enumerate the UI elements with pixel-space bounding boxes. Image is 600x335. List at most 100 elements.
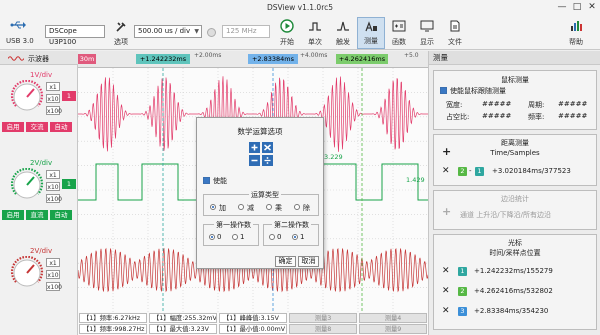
math-icon <box>392 20 406 32</box>
op-radio-1[interactable] <box>238 204 244 210</box>
edge-stats-group: 边沿统计 + 通道 上升沿/下降沿/所有边沿 <box>433 190 597 230</box>
usb-label: USB 3.0 <box>6 37 34 45</box>
measure-cell[interactable]: 【1】幅度:255.32mV <box>149 313 217 323</box>
enable-math-checkbox[interactable] <box>203 177 210 184</box>
channel-0-enable-button[interactable]: 启用 <box>2 122 24 132</box>
start-button[interactable]: 开始 <box>273 17 301 49</box>
freq-value: ##### <box>558 112 588 120</box>
cursor-chip[interactable]: 3 <box>458 307 467 316</box>
oscilloscope-label: 示波器 <box>28 55 49 63</box>
channel-0-scale-knob-icon[interactable] <box>10 80 44 114</box>
cursor-1-tag[interactable]: +1.242232ms <box>136 54 190 64</box>
measure-cell-empty[interactable]: 测量4 <box>359 313 427 323</box>
period-label: 周期: <box>528 101 545 109</box>
second-operand-group: 第二操作数 0 1 <box>263 220 319 246</box>
measure-cell-empty[interactable]: 测量8 <box>289 324 357 334</box>
channel-0-x10-button[interactable]: x10 <box>46 94 60 103</box>
measure-cell[interactable]: 【1】峰峰值:3.15V <box>219 313 287 323</box>
distance-to-chip[interactable]: 1 <box>475 167 484 176</box>
distance-value: +3.020184ms/377523 <box>492 167 571 175</box>
channel-2-scale: 2V/div <box>30 247 53 255</box>
remove-distance-icon[interactable]: ✕ <box>442 167 450 176</box>
close-button[interactable]: ✕ <box>586 2 598 13</box>
cursor-3-tag[interactable]: +2.83384ms <box>248 54 298 64</box>
minimize-button[interactable]: — <box>556 2 568 13</box>
duty-label: 占空比: <box>446 113 470 121</box>
math-operators-icon <box>249 142 273 166</box>
channel-1-index-tag[interactable]: 1 <box>62 179 76 189</box>
measure-cell[interactable]: 【1】最大值:3.23V <box>149 324 217 334</box>
op-radio-0[interactable] <box>210 204 216 210</box>
duty-value: ##### <box>482 112 512 120</box>
device-select[interactable]: DSCope U3P100 <box>45 25 105 46</box>
channel-1-coupling-button[interactable]: 直流 <box>26 210 48 220</box>
samplerate-select[interactable]: 125 MHz <box>222 25 270 38</box>
options-icon[interactable] <box>115 21 127 33</box>
cancel-button[interactable]: 取消 <box>298 256 319 267</box>
remove-cursor-icon[interactable]: ✕ <box>442 267 450 276</box>
timebase-select[interactable]: 500.00 us / div ▼ <box>134 25 202 38</box>
channel-0-scale: 1V/div <box>30 71 53 79</box>
distance-dash: - <box>469 167 472 175</box>
distance-from-chip[interactable]: 2 <box>458 167 467 176</box>
measure-button[interactable]: 测量 <box>357 17 385 49</box>
remove-cursor-icon[interactable]: ✕ <box>442 307 450 316</box>
channel-0-auto-button[interactable]: 自动 <box>50 122 72 132</box>
op-label-0: 加 <box>219 204 226 212</box>
measure-cell[interactable]: 【1】频率:998.27Hz <box>79 324 147 334</box>
display-icon <box>420 20 434 32</box>
maximize-button[interactable]: □ <box>571 2 583 13</box>
second-operand-1-radio[interactable] <box>292 234 298 240</box>
op-radio-3[interactable] <box>294 204 300 210</box>
display-button[interactable]: 显示 <box>413 17 441 49</box>
refresh-icon[interactable] <box>207 28 216 37</box>
math-button[interactable]: 函数 <box>385 17 413 49</box>
channel-1-auto-button[interactable]: 自动 <box>50 210 72 220</box>
cursor-chip[interactable]: 1 <box>458 267 467 276</box>
cursor-measure-group: 鼠标测量 使能鼠标跟随测量 宽度: ##### 周期: ##### 占空比: #… <box>433 70 597 130</box>
single-button[interactable]: 单次 <box>301 17 329 49</box>
play-icon <box>280 19 294 33</box>
cursors-group: 光标 时间/采样点位置 ✕ 1 +1.242232ms/155279 ✕ 2 +4.262… <box>433 234 597 330</box>
channel-2-scale-knob-icon[interactable] <box>10 256 44 290</box>
trigger-button[interactable]: 触发 <box>329 17 357 49</box>
first-operand-0-radio[interactable] <box>209 234 215 240</box>
help-logo-icon <box>571 21 582 31</box>
help-button[interactable]: 帮助 <box>562 17 590 49</box>
enable-cursor-measure-checkbox[interactable] <box>440 87 447 94</box>
time-ruler[interactable]: 30m +1.242232ms +2.00ms +2.83384ms +4.00… <box>78 51 428 68</box>
channel-2-x10-button[interactable]: x10 <box>46 270 60 279</box>
main-toolbar: USB 3.0 DSCope U3P100 选项 500.00 us / div… <box>0 16 600 50</box>
channel-0-x100-button[interactable]: x100 <box>46 106 62 115</box>
measure-cell-empty[interactable]: 测量9 <box>359 324 427 334</box>
first-operand-1-radio[interactable] <box>232 234 238 240</box>
channel-1-enable-button[interactable]: 启用 <box>2 210 24 220</box>
cursor-chip[interactable]: 2 <box>458 287 467 296</box>
measure-cell[interactable]: 【1】频率:6.27kHz <box>79 313 147 323</box>
channel-0-coupling-button[interactable]: 交流 <box>26 122 48 132</box>
options-label[interactable]: 选项 <box>114 37 128 47</box>
measure-cell-empty[interactable]: 测量3 <box>289 313 357 323</box>
cursor-2-tag[interactable]: +4.262416ms <box>336 54 388 64</box>
channel-panel: 示波器 1V/div x1 x10 x100 1 启用 交流 自动 2V/div x1 x10 x10… <box>0 51 78 335</box>
channel-2-x1-button[interactable]: x1 <box>46 258 60 267</box>
add-edge-stat-icon[interactable]: + <box>442 206 451 217</box>
measure-cell[interactable]: 【1】最小值:0.00mV <box>219 324 287 334</box>
channel-1-scale-knob-icon[interactable] <box>10 168 44 202</box>
first-operand-legend: 第一操作数 <box>214 220 253 230</box>
cursor-position-value: +1.242232ms/155279 <box>474 267 553 275</box>
remove-cursor-icon[interactable]: ✕ <box>442 287 450 296</box>
first-operand-0-label: 0 <box>217 233 222 241</box>
channel-0-index-tag[interactable]: 1 <box>62 91 76 101</box>
channel-1-x100-button[interactable]: x100 <box>46 194 62 203</box>
ok-button[interactable]: 确定 <box>275 256 296 267</box>
cursors-title: 光标 <box>508 239 522 247</box>
channel-1-x10-button[interactable]: x10 <box>46 182 60 191</box>
second-operand-0-radio[interactable] <box>269 234 275 240</box>
op-radio-2[interactable] <box>266 204 272 210</box>
file-button[interactable]: 文件 <box>441 17 469 49</box>
channel-1-x1-button[interactable]: x1 <box>46 170 60 179</box>
channel-2-x100-button[interactable]: x100 <box>46 282 62 291</box>
width-value: ##### <box>482 100 512 108</box>
channel-0-x1-button[interactable]: x1 <box>46 82 60 91</box>
